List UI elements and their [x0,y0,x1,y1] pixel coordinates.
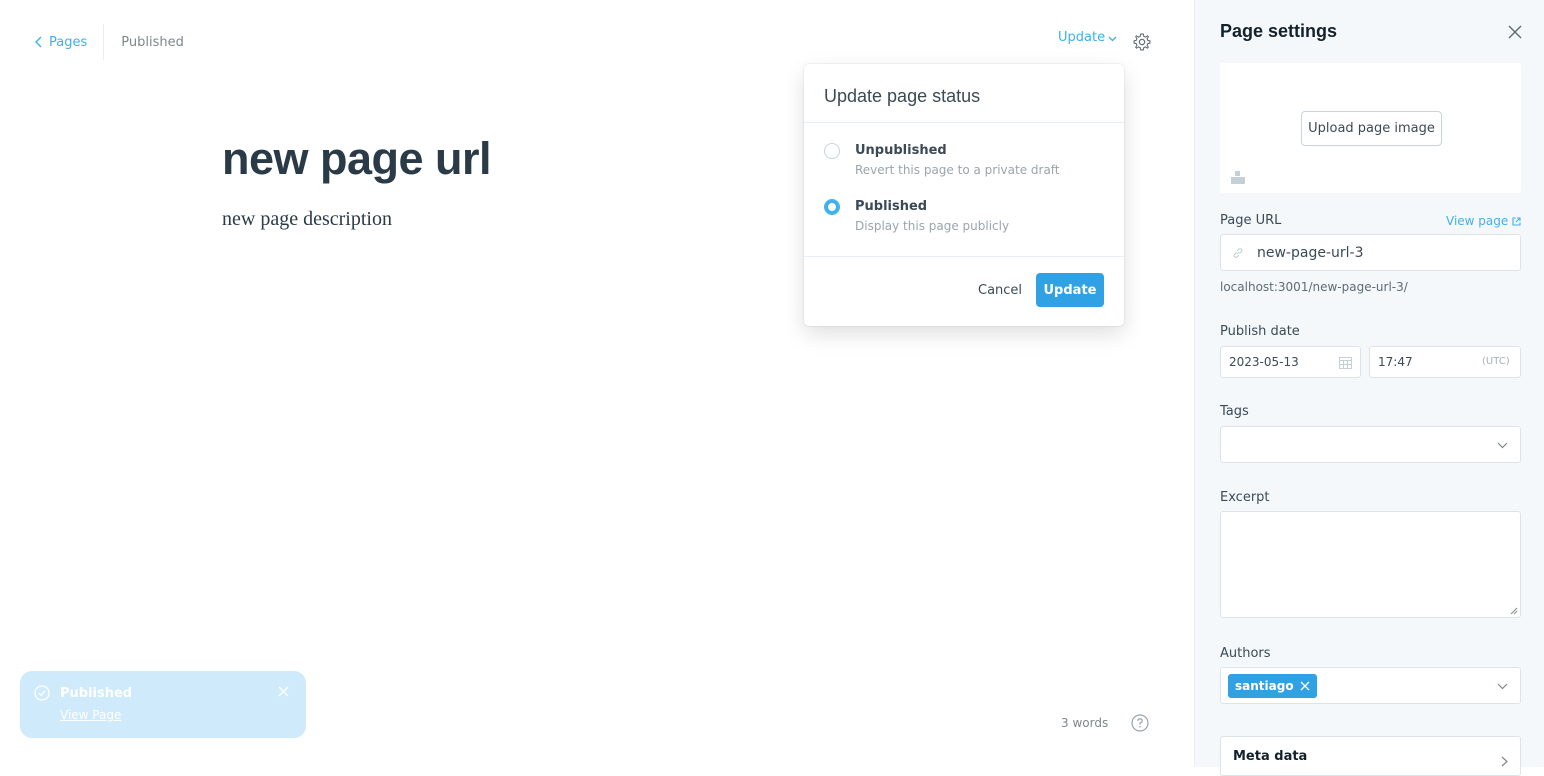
chevron-down-icon [1108,36,1117,41]
excerpt-label: Excerpt [1220,490,1270,505]
update-status-popup: Update page status Unpublished Revert th… [804,64,1124,326]
page-url-label: Page URL [1220,213,1282,228]
image-icon [1231,171,1245,184]
popup-footer: Cancel Update [804,256,1124,326]
panel-title: Page settings [1220,21,1338,41]
update-button[interactable]: Update [1036,273,1104,307]
resize-handle-icon[interactable] [1510,607,1518,615]
authors-select[interactable]: santiago [1220,667,1521,704]
page-description[interactable]: new page description [222,208,392,231]
tags-label: Tags [1220,404,1249,419]
timezone-label: (UTC) [1482,356,1510,367]
option-label: Published [855,199,928,214]
view-page-label: View page [1446,214,1509,228]
page-image-box: Upload page image [1220,63,1521,193]
toast-title: Published [60,686,133,701]
excerpt-textarea[interactable] [1220,511,1521,618]
authors-label: Authors [1220,646,1271,661]
page-url-value: new-page-url-3 [1257,245,1364,261]
settings-panel: Page settings Upload page image Page URL… [1194,0,1544,776]
upload-image-button[interactable]: Upload page image [1301,111,1442,146]
chevron-right-icon [1501,756,1508,767]
url-hint: localhost:3001/new-page-url-3/ [1220,280,1408,294]
time-input[interactable]: 17:47 (UTC) [1369,346,1521,378]
time-value: 17:47 [1378,355,1413,369]
help-icon[interactable] [1131,714,1149,732]
page-url-input[interactable]: new-page-url-3 [1220,234,1521,271]
date-input[interactable]: 2023-05-13 [1220,346,1361,378]
view-page-link[interactable]: View page [1446,214,1521,228]
word-count: 3 words [1061,716,1109,730]
option-sublabel: Display this page publicly [855,219,1010,233]
meta-data-label: Meta data [1233,749,1308,764]
radio-unpublished[interactable] [824,143,840,159]
chevron-down-icon [1497,442,1508,449]
remove-icon[interactable] [1300,681,1310,691]
toast-view-page-link[interactable]: View Page [60,708,121,722]
option-unpublished[interactable]: Unpublished Revert this page to a privat… [824,143,1060,177]
option-sublabel: Revert this page to a private draft [855,163,1060,177]
page-title[interactable]: new page url [222,133,492,185]
update-menu-label: Update [1058,30,1106,45]
back-label: Pages [49,34,88,50]
chevron-down-icon [1497,683,1508,690]
close-icon[interactable] [1508,25,1522,39]
author-name: santiago [1235,679,1294,693]
publish-date-label: Publish date [1220,324,1300,339]
option-published[interactable]: Published Display this page publicly [824,199,1009,233]
link-icon [1233,248,1243,258]
radio-published[interactable] [824,199,840,215]
published-toast: Published View Page [20,671,306,738]
popup-title: Update page status [804,64,1124,123]
chevron-left-icon [35,36,42,48]
date-value: 2023-05-13 [1229,355,1299,369]
author-chip: santiago [1228,674,1317,698]
external-link-icon [1512,216,1521,226]
tags-select[interactable] [1220,426,1521,463]
meta-data-item[interactable]: Meta data [1220,736,1521,776]
page-status-label: Published [121,34,184,50]
cancel-button[interactable]: Cancel [978,283,1022,298]
option-label: Unpublished [855,143,947,158]
editor-area: Pages Published Update new page url new … [0,0,1194,767]
check-circle-icon [34,685,50,701]
gear-icon[interactable] [1132,32,1152,52]
close-icon[interactable] [278,686,289,697]
calendar-icon [1339,357,1352,369]
breadcrumb: Pages Published [34,24,184,60]
back-to-pages-link[interactable]: Pages [34,24,105,60]
update-menu-trigger[interactable]: Update [1058,30,1117,45]
